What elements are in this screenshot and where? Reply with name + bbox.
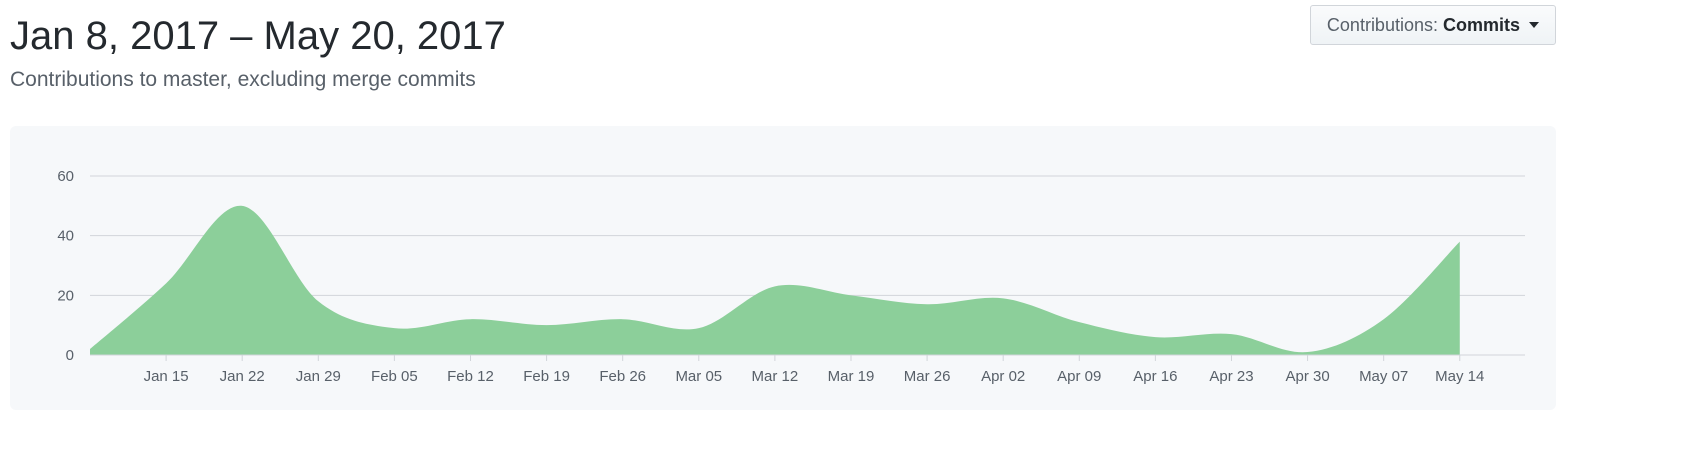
header: Jan 8, 2017 – May 20, 2017 Contributions…	[10, 12, 506, 94]
page-subtitle: Contributions to master, excluding merge…	[10, 68, 476, 91]
x-tick-label: May 14	[1435, 368, 1484, 385]
x-tick-label: Jan 29	[296, 368, 341, 385]
x-tick-label: Mar 05	[675, 368, 722, 385]
contributions-chart: 0 20 40 60 Jan 15 Jan 22 Jan 29 Feb 05 Feb 12 Feb…	[57, 168, 1525, 385]
x-tick-label: Apr 02	[981, 368, 1025, 385]
caret-down-icon	[1529, 22, 1539, 28]
x-tick-label: Mar 19	[828, 368, 875, 385]
x-tick-label: Apr 30	[1285, 368, 1329, 385]
x-tick-label: Feb 12	[447, 368, 494, 385]
contributions-dropdown[interactable]: Contributions: Commits	[1309, 5, 1556, 45]
x-tick-label: Apr 09	[1057, 368, 1101, 385]
dropdown-value: Commits	[1442, 14, 1520, 35]
x-tick-label: Feb 26	[599, 368, 646, 385]
series-area	[90, 205, 1460, 355]
dropdown-label: Contributions:	[1326, 14, 1438, 35]
chart-panel: 0 20 40 60 Jan 15 Jan 22 Jan 29 Feb 05 Feb 12 Feb…	[10, 126, 1556, 410]
y-tick-label: 0	[66, 347, 74, 364]
x-tick-label: May 07	[1359, 368, 1408, 385]
x-tick-label: Jan 22	[220, 368, 265, 385]
x-tick-label: Mar 12	[752, 368, 799, 385]
x-tick-label: Apr 16	[1133, 368, 1177, 385]
x-tick-label: Feb 05	[371, 368, 418, 385]
x-tick-label: Mar 26	[904, 368, 951, 385]
x-tick-label: Jan 15	[144, 368, 189, 385]
x-tick-label: Feb 19	[523, 368, 570, 385]
page-title: Jan 8, 2017 – May 20, 2017	[10, 14, 506, 58]
y-tick-label: 60	[57, 168, 74, 185]
y-tick-label: 40	[57, 228, 74, 245]
y-tick-label: 20	[57, 287, 74, 304]
x-tick-label: Apr 23	[1209, 368, 1253, 385]
